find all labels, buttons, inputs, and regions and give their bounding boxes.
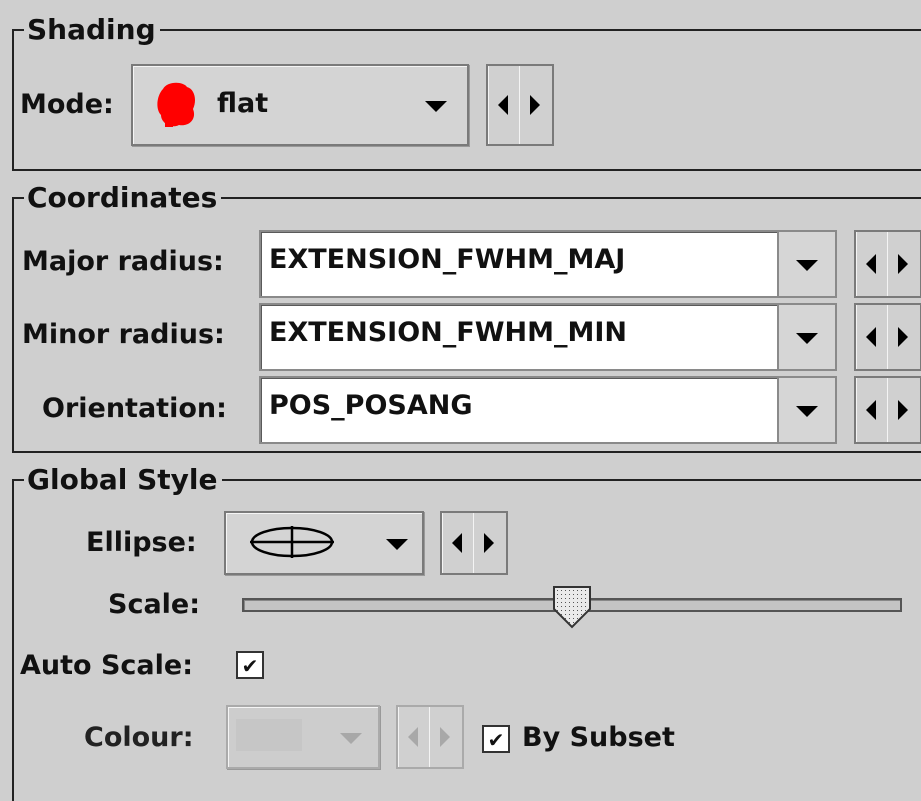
major-radius-prev-button[interactable] — [856, 232, 888, 296]
mode-swatch-icon — [157, 82, 195, 127]
orientation-combo[interactable]: POS_POSANG — [259, 376, 837, 444]
shading-title: Shading — [24, 15, 160, 45]
colour-swatch — [236, 719, 302, 751]
arrow-left-icon — [452, 533, 462, 553]
major-radius-combo[interactable]: EXTENSION_FWHM_MAJ — [259, 230, 837, 298]
scale-slider-thumb[interactable] — [552, 585, 592, 629]
chevron-down-icon — [796, 406, 818, 417]
ellipse-crosshair-icon — [250, 526, 334, 558]
minor-radius-label: Minor radius: — [22, 319, 225, 350]
mode-label: Mode: — [20, 89, 114, 120]
chevron-down-icon — [340, 733, 362, 744]
orientation-stepper[interactable] — [854, 376, 921, 444]
major-radius-dropdown-button[interactable] — [777, 232, 835, 296]
coordinates-title: Coordinates — [24, 183, 222, 213]
arrow-right-icon — [898, 400, 908, 420]
colour-stepper[interactable] — [396, 705, 464, 769]
arrow-left-icon — [866, 327, 876, 347]
ellipse-stepper[interactable] — [440, 511, 508, 575]
orientation-label: Orientation: — [42, 393, 227, 424]
scale-slider[interactable] — [242, 585, 902, 629]
arrow-left-icon — [866, 400, 876, 420]
auto-scale-label: Auto Scale: — [20, 650, 194, 681]
major-radius-next-button[interactable] — [887, 232, 918, 296]
check-icon: ✔ — [487, 728, 505, 752]
minor-radius-prev-button[interactable] — [856, 305, 888, 369]
major-radius-value: EXTENSION_FWHM_MAJ — [269, 244, 626, 275]
orientation-dropdown-button[interactable] — [777, 378, 835, 442]
mode-combo[interactable]: flat — [131, 64, 469, 146]
global-style-title: Global Style — [24, 465, 222, 495]
arrow-left-icon — [408, 727, 418, 747]
arrow-right-icon — [484, 533, 494, 553]
auto-scale-checkbox[interactable]: ✔ — [236, 651, 264, 679]
mode-stepper[interactable] — [486, 64, 554, 146]
arrow-right-icon — [440, 727, 450, 747]
colour-next-button[interactable] — [429, 707, 460, 767]
ellipse-combo[interactable] — [224, 511, 424, 575]
mode-value: flat — [217, 88, 269, 119]
minor-radius-value: EXTENSION_FWHM_MIN — [269, 317, 627, 348]
check-icon: ✔ — [241, 654, 259, 678]
minor-radius-stepper[interactable] — [854, 303, 921, 371]
orientation-prev-button[interactable] — [856, 378, 888, 442]
major-radius-stepper[interactable] — [854, 230, 921, 298]
mode-next-button[interactable] — [519, 66, 550, 144]
chevron-down-icon — [425, 101, 447, 112]
orientation-value: POS_POSANG — [269, 390, 473, 421]
arrow-left-icon — [498, 95, 508, 115]
arrow-right-icon — [898, 254, 908, 274]
by-subset-label[interactable]: By Subset — [522, 721, 675, 755]
colour-prev-button[interactable] — [398, 707, 430, 767]
mode-prev-button[interactable] — [488, 66, 520, 144]
arrow-right-icon — [530, 95, 540, 115]
arrow-right-icon — [898, 327, 908, 347]
scale-label: Scale: — [108, 589, 201, 620]
chevron-down-icon — [796, 333, 818, 344]
colour-label: Colour: — [84, 722, 194, 753]
minor-radius-combo[interactable]: EXTENSION_FWHM_MIN — [259, 303, 837, 371]
major-radius-label: Major radius: — [22, 246, 224, 277]
by-subset-checkbox[interactable]: ✔ — [482, 725, 510, 753]
ellipse-prev-button[interactable] — [442, 513, 474, 573]
chevron-down-icon — [796, 260, 818, 271]
chevron-down-icon — [386, 539, 408, 550]
orientation-next-button[interactable] — [887, 378, 918, 442]
minor-radius-next-button[interactable] — [887, 305, 918, 369]
ellipse-label: Ellipse: — [86, 527, 197, 558]
ellipse-next-button[interactable] — [473, 513, 504, 573]
minor-radius-dropdown-button[interactable] — [777, 305, 835, 369]
arrow-left-icon — [866, 254, 876, 274]
colour-combo[interactable] — [226, 705, 380, 769]
